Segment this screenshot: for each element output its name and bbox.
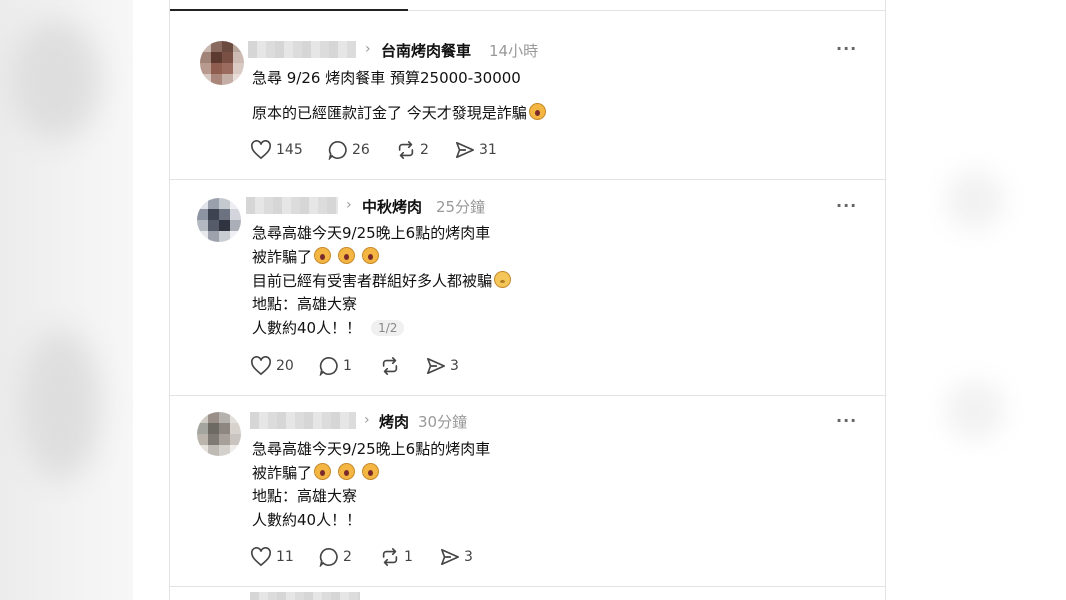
blurred-background-right — [885, 0, 1066, 600]
post-card[interactable]: › 中秋烤肉 25分鐘 ··· 急尋高雄今天9/25晚上6點的烤肉車 被詐騙了 … — [170, 180, 885, 396]
comment-icon — [319, 356, 338, 376]
post-text-line: 地點：高雄大寮 — [252, 295, 358, 313]
post-text-line: 急尋高雄今天9/25晚上6點的烤肉車 — [252, 440, 491, 458]
repost-button[interactable] — [380, 355, 404, 377]
more-options-icon[interactable]: ··· — [836, 39, 857, 58]
carousel-page-indicator: 1/2 — [371, 320, 405, 336]
send-icon — [456, 141, 474, 159]
more-options-icon[interactable]: ··· — [836, 411, 857, 430]
topic-tag[interactable]: 中秋烤肉 — [362, 196, 422, 217]
screaming-face-emoji — [361, 247, 379, 264]
chevron-right-icon: › — [365, 41, 371, 57]
share-button[interactable]: 3 — [440, 546, 473, 568]
post-time: 25分鐘 — [436, 198, 486, 216]
screaming-face-emoji — [337, 247, 355, 264]
post-card[interactable]: › 烤肉 30分鐘 ··· 急尋高雄今天9/25晚上6點的烤肉車 被詐騙了 地點… — [170, 396, 885, 587]
screaming-face-emoji — [314, 247, 332, 264]
repost-icon — [382, 548, 398, 566]
send-icon — [427, 357, 445, 375]
share-button[interactable]: 31 — [455, 139, 497, 161]
username-blurred[interactable] — [250, 412, 356, 429]
post-text-line: 人數約40人！！ 1/2 — [252, 317, 405, 338]
comment-icon — [319, 547, 338, 567]
heart-icon — [251, 356, 271, 376]
repost-icon — [398, 141, 414, 159]
blur-shape — [945, 170, 1005, 230]
heart-icon — [251, 140, 271, 160]
share-count: 31 — [479, 142, 497, 158]
reply-button[interactable]: 2 — [319, 546, 352, 568]
blurred-background-left — [0, 0, 133, 600]
reply-button[interactable]: 26 — [328, 139, 370, 161]
reply-count: 2 — [343, 549, 352, 565]
post-actions: 11 2 1 3 — [250, 546, 550, 568]
repost-count: 2 — [420, 142, 429, 158]
comment-icon — [328, 140, 347, 160]
share-button[interactable]: 3 — [426, 355, 459, 377]
blur-shape — [945, 380, 1005, 440]
topic-tag[interactable]: 台南烤肉餐車 — [381, 40, 471, 61]
share-count: 3 — [450, 358, 459, 374]
screaming-face-emoji — [528, 103, 546, 120]
like-button[interactable]: 145 — [250, 139, 303, 161]
heart-icon — [251, 547, 271, 567]
reply-count: 26 — [352, 142, 370, 158]
share-count: 3 — [464, 549, 473, 565]
chevron-right-icon: › — [346, 197, 352, 213]
topic-tag[interactable]: 烤肉 — [379, 411, 409, 432]
post-text-line: 被詐騙了 — [252, 246, 379, 267]
post-time: 14小時 — [489, 42, 539, 60]
post-text-line: 地點：高雄大寮 — [252, 487, 358, 505]
username-blurred[interactable] — [246, 197, 338, 214]
post-text-line: 急尋高雄今天9/25晚上6點的烤肉車 — [252, 224, 491, 242]
post-text-line: 被詐騙了 — [252, 462, 379, 483]
avatar[interactable] — [200, 41, 244, 85]
more-options-icon[interactable]: ··· — [836, 196, 857, 215]
reply-count: 1 — [343, 358, 352, 374]
like-count: 20 — [276, 358, 294, 374]
post-time: 30分鐘 — [418, 413, 468, 431]
send-icon — [441, 548, 459, 566]
reply-button[interactable]: 1 — [319, 355, 352, 377]
repost-button[interactable]: 2 — [396, 139, 429, 161]
post-actions: 20 1 3 — [250, 355, 550, 377]
screaming-face-emoji — [314, 463, 332, 480]
post-text-line: 原本的已經匯款訂金了 今天才發現是詐騙 — [252, 102, 546, 123]
chevron-right-icon: › — [364, 412, 370, 428]
screaming-face-emoji — [337, 463, 355, 480]
blur-shape — [10, 20, 100, 140]
post-card[interactable]: › 台南烤肉餐車 14小時 ··· 急尋 9/26 烤肉餐車 預算25000-3… — [170, 11, 885, 180]
blur-shape — [20, 330, 100, 480]
screaming-face-emoji — [361, 463, 379, 480]
post-text-line: 人數約40人！！ — [252, 511, 362, 529]
like-button[interactable]: 20 — [250, 355, 294, 377]
repost-count: 1 — [404, 549, 413, 565]
like-button[interactable]: 11 — [250, 546, 294, 568]
avatar[interactable] — [197, 412, 241, 456]
post-text-line: 目前已經有受害者群組好多人都被騙 — [252, 270, 512, 291]
post-actions: 145 26 2 31 — [250, 139, 550, 161]
repost-button[interactable]: 1 — [380, 546, 413, 568]
username-blurred[interactable] — [248, 41, 356, 58]
repost-icon — [382, 357, 398, 375]
threads-feed: › 台南烤肉餐車 14小時 ··· 急尋 9/26 烤肉餐車 預算25000-3… — [169, 0, 886, 600]
like-count: 145 — [276, 142, 303, 158]
avatar[interactable] — [197, 198, 241, 242]
hugging-face-emoji — [494, 271, 512, 288]
next-post-username-blurred — [250, 592, 360, 600]
like-count: 11 — [276, 549, 294, 565]
post-text-line: 急尋 9/26 烤肉餐車 預算25000-30000 — [252, 69, 521, 87]
